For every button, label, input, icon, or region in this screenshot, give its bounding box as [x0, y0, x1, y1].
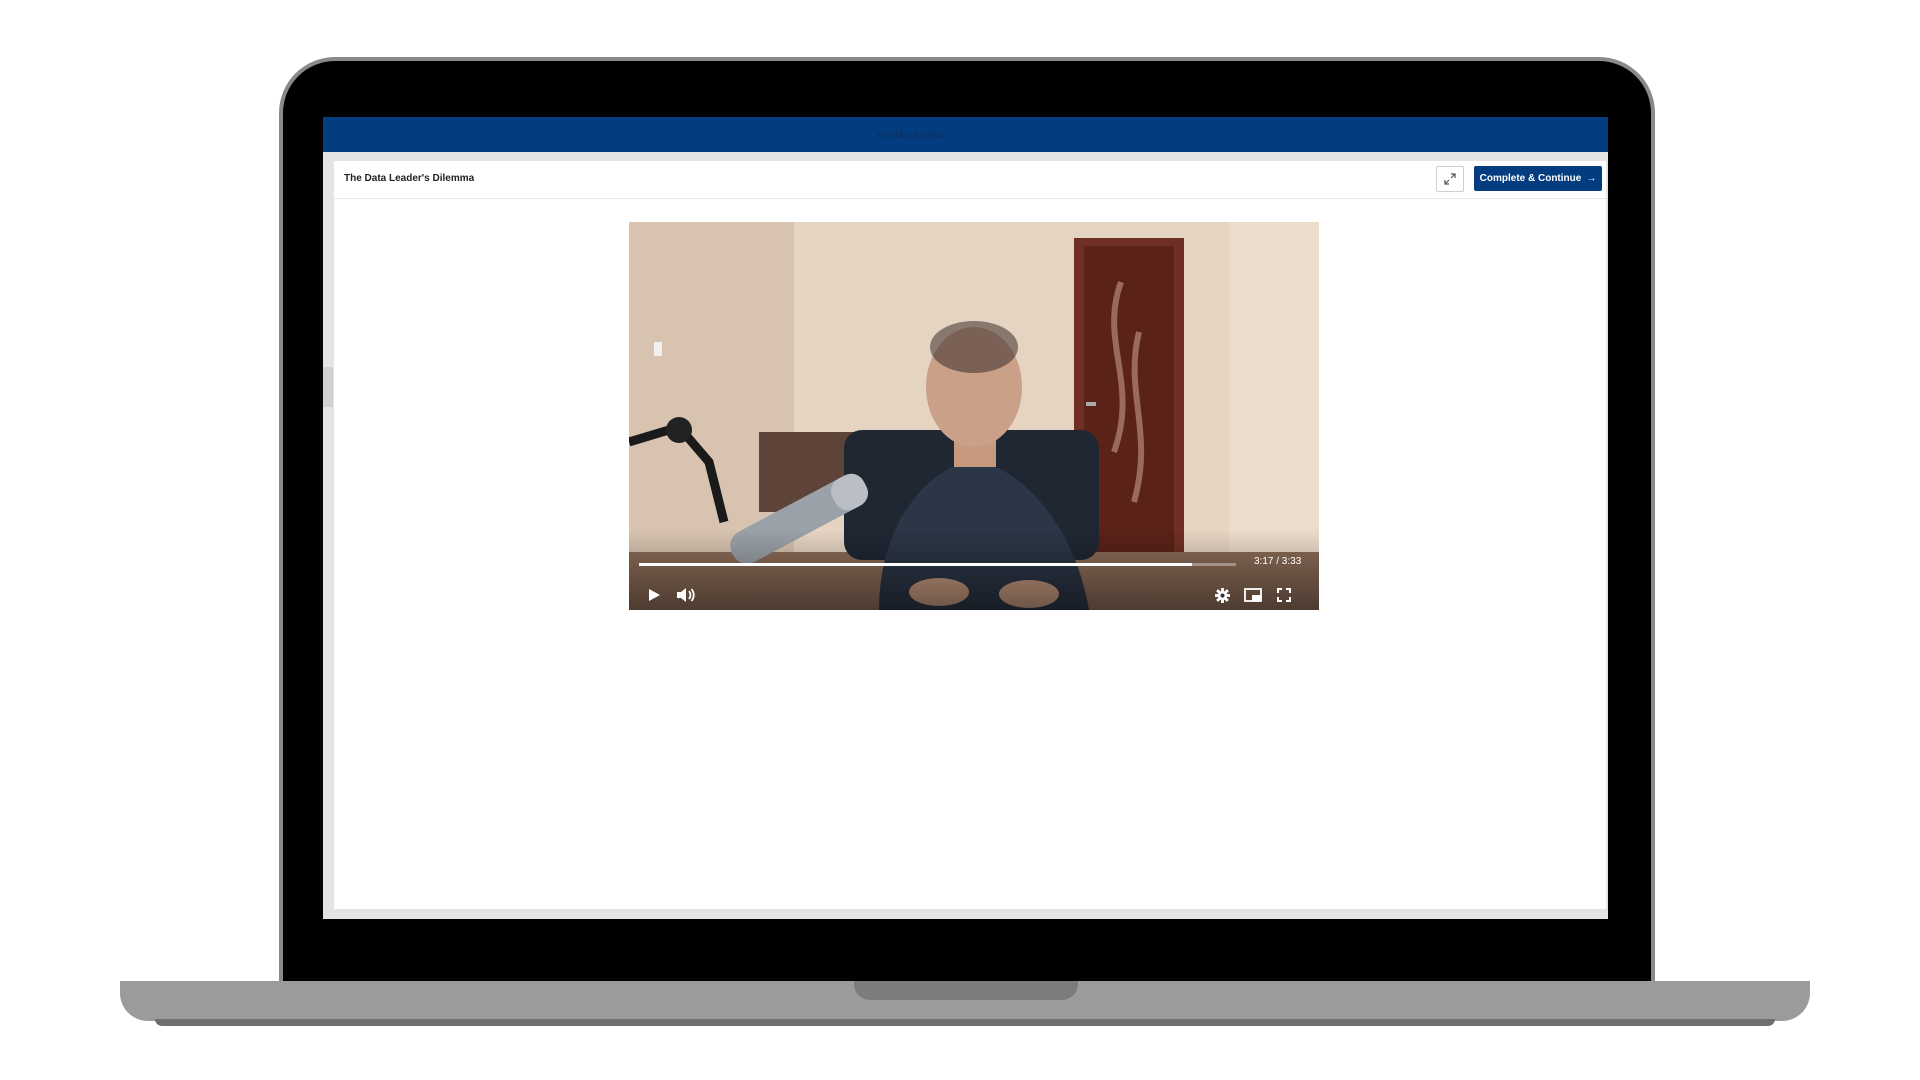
- lesson-header: The Data Leader's Dilemma Complete & Con…: [334, 161, 1606, 199]
- time-display: 3:17 / 3:33: [1254, 556, 1302, 567]
- lesson-content: The Data Leader's Dilemma Complete & Con…: [334, 161, 1606, 909]
- top-bar: Yordan Ivanov: [323, 117, 1608, 152]
- picture-in-picture-icon: [1244, 588, 1262, 602]
- seek-bar[interactable]: [639, 563, 1236, 566]
- complete-continue-label: Complete & Continue: [1479, 173, 1582, 184]
- play-icon: [649, 589, 660, 601]
- video-player[interactable]: 3:17 / 3:33: [629, 222, 1319, 610]
- seek-bar-progress: [639, 563, 1192, 566]
- laptop-notch: [854, 981, 1078, 1000]
- expand-icon: [1444, 173, 1456, 185]
- user-name[interactable]: Yordan Ivanov: [876, 129, 946, 141]
- settings-button[interactable]: [1212, 585, 1232, 605]
- play-button[interactable]: [644, 585, 664, 605]
- lesson-title: The Data Leader's Dilemma: [344, 173, 475, 184]
- volume-icon: [677, 588, 695, 602]
- arrow-right-icon: →: [1586, 173, 1597, 184]
- complete-continue-button[interactable]: Complete & Continue →: [1474, 166, 1602, 191]
- screen: Yordan Ivanov The Data Leader's Dilemma …: [323, 117, 1608, 919]
- settings-icon: [1214, 587, 1230, 603]
- volume-button[interactable]: [676, 585, 696, 605]
- fullscreen-icon: [1277, 588, 1291, 602]
- expand-button[interactable]: [1436, 166, 1464, 192]
- picture-in-picture-button[interactable]: [1243, 585, 1263, 605]
- sidebar-toggle-tab[interactable]: [323, 367, 333, 407]
- fullscreen-button[interactable]: [1274, 585, 1294, 605]
- laptop-base-edge: [155, 1019, 1775, 1026]
